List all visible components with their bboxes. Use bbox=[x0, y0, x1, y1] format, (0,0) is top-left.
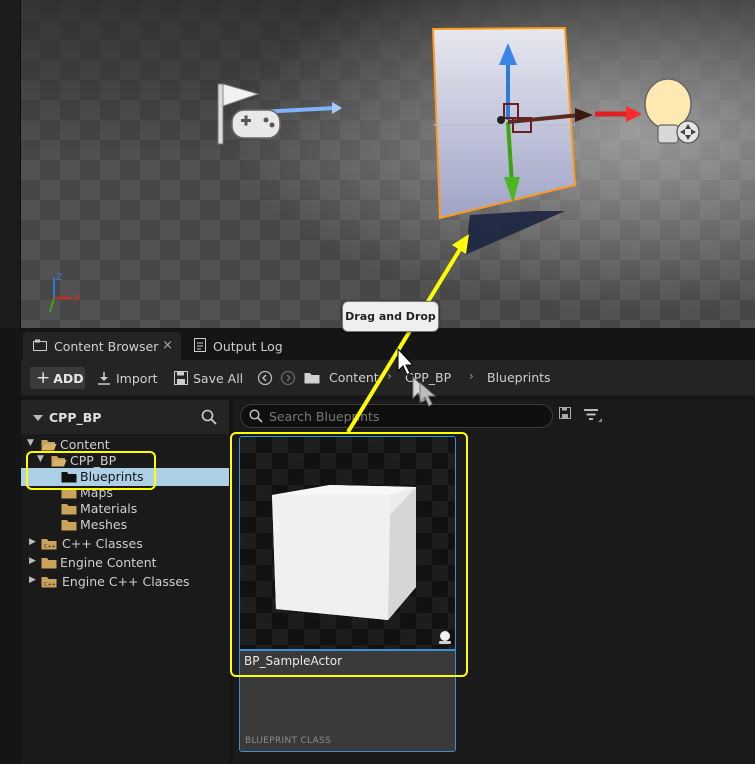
tree-item-label: Engine Content bbox=[60, 555, 157, 570]
search-input[interactable] bbox=[269, 408, 544, 424]
chevron-right-icon[interactable]: › bbox=[387, 369, 392, 383]
svg-text:C++: C++ bbox=[44, 544, 56, 550]
drag-and-drop-tooltip: Drag and Drop bbox=[342, 301, 439, 332]
player-start-icon[interactable] bbox=[210, 78, 345, 148]
tree-item-engine-content[interactable]: ▶ Engine Content bbox=[21, 554, 229, 572]
highlight-box-asset-tile bbox=[230, 432, 468, 677]
breadcrumb-content[interactable]: Content bbox=[329, 370, 379, 385]
tree-title: CPP_BP bbox=[49, 410, 102, 425]
tree-item-label: Materials bbox=[80, 501, 138, 516]
close-icon[interactable]: × bbox=[162, 338, 173, 353]
level-viewport[interactable]: Z X bbox=[0, 0, 755, 328]
save-icon bbox=[174, 371, 188, 385]
cpp-folder-icon: C++ bbox=[41, 575, 57, 591]
highlight-box-blueprints-folder bbox=[26, 451, 156, 490]
chevron-down-icon[interactable]: ▼ bbox=[27, 438, 34, 448]
chevron-down-icon[interactable] bbox=[33, 411, 43, 425]
tree-item-label: Content bbox=[60, 437, 110, 452]
cpp-folder-icon: C++ bbox=[41, 537, 57, 553]
tree-item-engine-cpp-classes[interactable]: ▶ C++ Engine C++ Classes bbox=[21, 573, 229, 591]
tab-content-browser[interactable]: Content Browser × bbox=[23, 332, 181, 360]
search-icon[interactable] bbox=[201, 409, 217, 428]
tree-item-label: Engine C++ Classes bbox=[62, 574, 190, 589]
chevron-right-icon[interactable]: › bbox=[469, 369, 474, 383]
add-label: ADD bbox=[53, 370, 84, 386]
import-label: Import bbox=[116, 370, 158, 386]
folder-icon bbox=[304, 371, 320, 387]
content-browser-toolbar: + ADD Import Save All Content › CPP_BP ›… bbox=[21, 360, 755, 396]
folder-icon bbox=[61, 518, 77, 534]
plus-icon: + bbox=[36, 367, 51, 388]
svg-text:C++: C++ bbox=[44, 582, 56, 588]
panel-tab-bar: Content Browser × Output Log bbox=[0, 328, 755, 360]
forward-arrow-icon bbox=[280, 370, 296, 386]
viewport-side-strip bbox=[0, 0, 21, 328]
chevron-right-icon[interactable]: ▶ bbox=[29, 575, 36, 585]
output-log-icon bbox=[194, 337, 206, 355]
import-icon bbox=[98, 372, 110, 385]
tree-header: CPP_BP bbox=[21, 400, 229, 434]
save-all-label: Save All bbox=[193, 370, 244, 386]
add-button[interactable]: + ADD bbox=[30, 367, 85, 389]
breadcrumb-blueprints[interactable]: Blueprints bbox=[487, 370, 551, 385]
tab-label: Output Log bbox=[213, 338, 283, 354]
filter-icon[interactable] bbox=[583, 407, 603, 426]
asset-type-label: BLUEPRINT CLASS bbox=[245, 736, 332, 746]
chevron-right-icon[interactable]: ▶ bbox=[29, 556, 36, 566]
search-icon bbox=[249, 409, 263, 426]
back-arrow-icon bbox=[257, 370, 273, 386]
tab-output-log[interactable]: Output Log bbox=[184, 332, 324, 360]
chevron-right-icon[interactable]: ▶ bbox=[29, 537, 36, 547]
svg-text:Z: Z bbox=[56, 273, 62, 283]
folder-icon bbox=[41, 556, 57, 572]
selected-cube-actor[interactable] bbox=[425, 25, 605, 260]
save-all-button[interactable]: Save All bbox=[174, 367, 243, 389]
search-box[interactable] bbox=[240, 404, 553, 428]
tree-item-meshes[interactable]: Meshes bbox=[21, 516, 229, 534]
import-button[interactable]: Import bbox=[97, 367, 158, 389]
tree-item-cpp-classes[interactable]: ▶ C++ C++ Classes bbox=[21, 535, 229, 553]
axis-indicator-icon: Z X bbox=[49, 273, 80, 313]
breadcrumb-cpp-bp[interactable]: CPP_BP bbox=[405, 370, 451, 385]
tree-item-label: C++ Classes bbox=[62, 536, 143, 551]
history-forward-button[interactable] bbox=[280, 367, 301, 389]
tab-label: Content Browser bbox=[54, 338, 159, 354]
svg-text:X: X bbox=[74, 294, 80, 304]
save-search-icon[interactable] bbox=[559, 407, 571, 422]
tree-item-label: Meshes bbox=[80, 517, 128, 532]
content-browser-icon bbox=[33, 339, 47, 354]
point-light-actor[interactable] bbox=[590, 70, 710, 155]
history-back-button[interactable] bbox=[257, 367, 278, 389]
